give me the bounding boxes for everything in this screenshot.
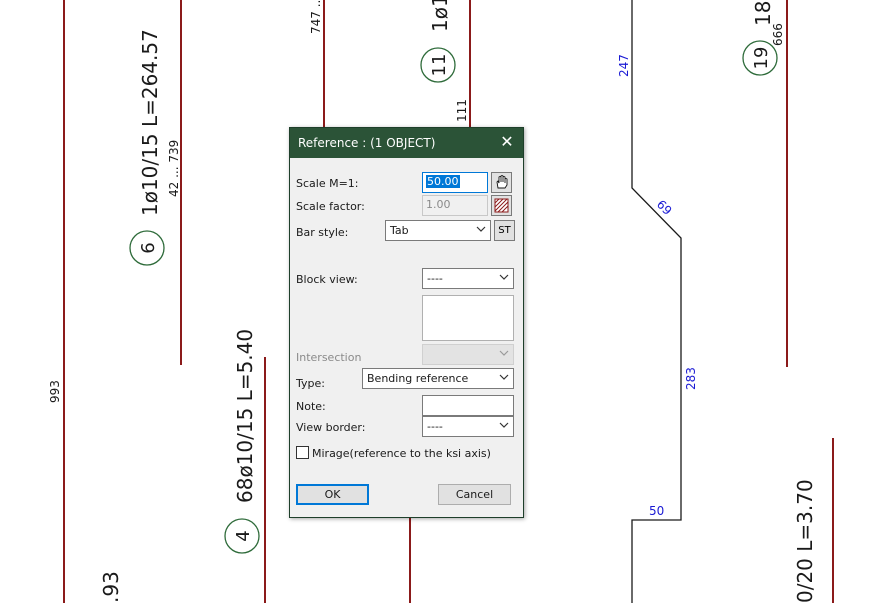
note-label: Note: xyxy=(296,400,326,413)
bar-6-description: 1ø10/15 L=264.57 xyxy=(138,29,162,216)
view-border-value: ---- xyxy=(427,420,443,433)
block-view-list[interactable] xyxy=(422,295,514,341)
bar-19-description: 18ø xyxy=(751,0,775,26)
chevron-down-icon xyxy=(499,350,509,356)
type-value: Bending reference xyxy=(367,372,469,385)
bar-right-description: 0/20 L=3.70 xyxy=(793,479,817,603)
hatch-pattern-button[interactable] xyxy=(491,195,512,216)
dim-50: 50 xyxy=(649,504,664,518)
mirage-label: Mirage(reference to the ksi axis) xyxy=(312,447,491,460)
dim-993: 993 xyxy=(48,380,62,403)
chevron-down-icon xyxy=(499,422,509,428)
cancel-button[interactable]: Cancel xyxy=(438,484,511,505)
dim-747: 747 ... xyxy=(309,0,323,34)
view-border-select[interactable]: ---- xyxy=(422,416,514,437)
st-button[interactable]: ST xyxy=(494,220,515,241)
chevron-down-icon xyxy=(499,374,509,380)
bar-6-dims: 42 ... 739 xyxy=(167,140,181,197)
dim-283: 283 xyxy=(684,367,698,390)
note-input[interactable] xyxy=(422,395,514,416)
close-icon[interactable]: ✕ xyxy=(497,132,517,152)
mirage-checkbox[interactable] xyxy=(296,446,309,459)
bar-number-4: 4 xyxy=(233,530,254,541)
dim-666: 666 xyxy=(771,23,785,46)
block-view-label: Block view: xyxy=(296,273,358,286)
scale-factor-input[interactable]: 1.00 xyxy=(422,195,488,216)
dim-247: 247 xyxy=(617,54,631,77)
type-select[interactable]: Bending reference xyxy=(362,368,514,389)
hand-pick-button[interactable] xyxy=(491,172,512,193)
bar-11-description: 1ø10 xyxy=(428,0,452,32)
bar-number-11: 11 xyxy=(429,54,450,77)
scale-label: Scale M=1: xyxy=(296,177,359,190)
dim-93: .93 xyxy=(99,571,123,603)
scale-value: 50.00 xyxy=(426,175,460,188)
bar-4-description: 68ø10/15 L=5.40 xyxy=(233,329,257,503)
dialog-title: Reference : (1 OBJECT) xyxy=(298,136,436,150)
hand-pick-icon xyxy=(496,174,508,189)
dim-111: 111 xyxy=(455,99,469,122)
ok-button[interactable]: OK xyxy=(296,484,369,505)
block-view-value: ---- xyxy=(427,272,443,285)
hatch-pattern-icon xyxy=(494,198,509,213)
bar-number-6: 6 xyxy=(138,242,159,253)
type-label: Type: xyxy=(296,377,325,390)
scale-factor-label: Scale factor: xyxy=(296,200,365,213)
bar-style-value: Tab xyxy=(390,224,409,237)
bar-style-label: Bar style: xyxy=(296,226,349,239)
chevron-down-icon xyxy=(499,274,509,280)
view-border-label: View border: xyxy=(296,421,366,434)
scale-input[interactable]: 50.00 xyxy=(422,172,488,193)
intersection-label: Intersection xyxy=(296,351,362,364)
bar-number-19: 19 xyxy=(751,47,772,70)
bar-style-select[interactable]: Tab xyxy=(385,220,491,241)
dim-69: 69 xyxy=(654,197,675,218)
block-view-select[interactable]: ---- xyxy=(422,268,514,289)
dialog-titlebar[interactable]: Reference : (1 OBJECT) ✕ xyxy=(290,128,523,158)
reference-dialog: Reference : (1 OBJECT) ✕ Scale M=1: 50.0… xyxy=(289,127,524,518)
intersection-select[interactable] xyxy=(422,344,514,365)
chevron-down-icon xyxy=(476,226,486,232)
